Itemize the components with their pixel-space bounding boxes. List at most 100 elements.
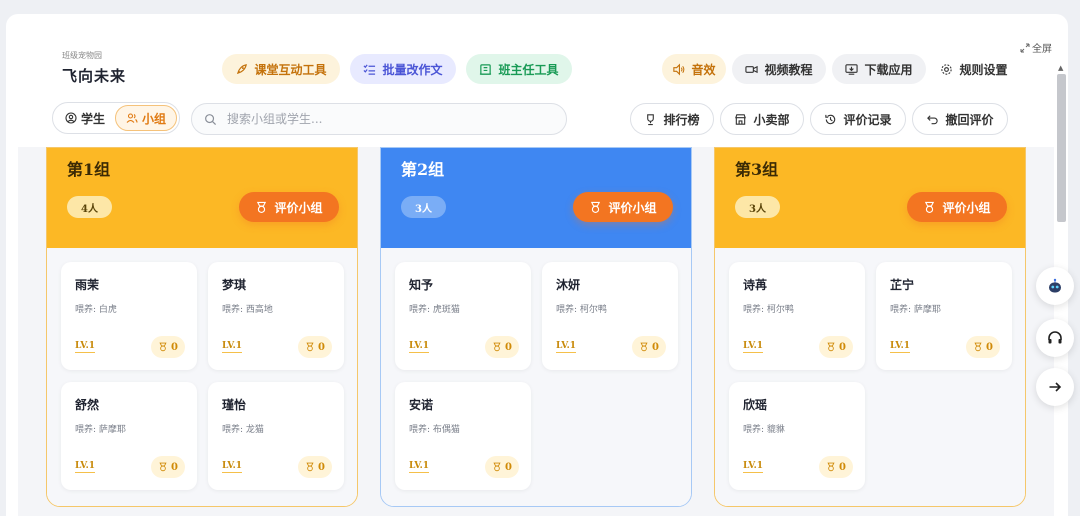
student-card[interactable]: 诗苒 喂养: 柯尔鸭 LV.1 0 <box>729 262 865 370</box>
student-card[interactable]: 知予 喂养: 虎斑猫 LV.1 0 <box>395 262 531 370</box>
student-card[interactable]: 欣瑶 喂养: 貔貅 LV.1 0 <box>729 382 865 490</box>
score-value: 0 <box>505 461 512 473</box>
student-name: 舒然 <box>75 398 100 412</box>
student-card[interactable]: 雨茉喂养: 白虎 LV.1 0 <box>61 262 197 370</box>
group-name: 第2组 <box>401 160 445 179</box>
student-name: 雨茉 <box>75 278 100 292</box>
student-name: 芷宁 <box>890 278 915 292</box>
score-badge: 0 <box>298 336 332 358</box>
evaluate-group-button[interactable]: 评价小组 <box>239 192 339 222</box>
student-card[interactable]: 沐妍 喂养: 柯尔鸭 LV.1 0 <box>542 262 678 370</box>
evaluation-history-button[interactable]: 评价记录 <box>810 103 906 135</box>
search-icon <box>205 113 217 125</box>
search-box <box>191 103 567 135</box>
scrollbar-thumb[interactable] <box>1057 74 1066 222</box>
group-member-count: 3人 <box>401 196 446 218</box>
shop-label: 小卖部 <box>753 112 790 127</box>
student-name: 知予 <box>409 278 434 292</box>
video-tutorial-label: 视频教程 <box>764 62 813 77</box>
fullscreen-label: 全屏 <box>1032 44 1052 55</box>
evaluation-history-label: 评价记录 <box>843 112 892 127</box>
evaluate-group-label: 评价小组 <box>274 200 323 215</box>
score-value: 0 <box>986 341 993 353</box>
undo-icon <box>927 114 939 124</box>
score-value: 0 <box>839 341 846 353</box>
pet-info: 喂养: 布偶猫 <box>409 425 460 435</box>
teacher-tools-button[interactable]: 班主任工具 <box>466 54 572 84</box>
pet-info: 喂养: 萨摩耶 <box>75 425 126 435</box>
pet-info: 喂养: 萨摩耶 <box>890 305 941 315</box>
evaluate-group-button[interactable]: 评价小组 <box>573 192 673 222</box>
rule-settings-button[interactable]: 规则设置 <box>932 54 1016 84</box>
group-members: 雨茉喂养: 白虎 LV.1 0 梦琪喂养: 西高地 LV.1 0 舒然喂养: 萨摩耶 LV.1… <box>47 248 357 506</box>
search-input[interactable] <box>227 112 527 126</box>
history-icon <box>825 114 836 124</box>
score-value: 0 <box>171 461 178 473</box>
student-card[interactable]: 舒然喂养: 萨摩耶 LV.1 0 <box>61 382 197 490</box>
level-badge: LV.1 <box>743 461 764 473</box>
score-value: 0 <box>652 341 659 353</box>
level-badge: LV.1 <box>75 461 96 473</box>
student-name: 梦琪 <box>222 278 247 292</box>
student-view-label: 学生 <box>80 111 105 126</box>
support-button[interactable] <box>1036 319 1074 357</box>
score-medal-icon <box>827 342 835 352</box>
score-medal-icon <box>493 462 501 472</box>
group-board: 第1组 4人 评价小组 雨茉 喂养: 白虎 LV.1 0 梦琪 喂养: 西高地 LV.1 0 舒然 喂养… <box>18 147 1054 516</box>
next-button[interactable] <box>1036 368 1074 406</box>
student-name: 安诺 <box>409 398 434 412</box>
group-header: 第3组 3人 评价小组 <box>715 148 1025 248</box>
group-name: 第1组 <box>67 160 111 179</box>
level-badge: LV.1 <box>409 461 430 473</box>
leaderboard-button[interactable]: 排行榜 <box>630 103 714 135</box>
undo-evaluation-button[interactable]: 撤回评价 <box>912 103 1008 135</box>
student-card[interactable]: 梦琪喂养: 西高地 LV.1 0 <box>208 262 344 370</box>
expand-icon <box>1020 43 1030 52</box>
group-card: 第1组 4人 评价小组 雨茉 喂养: 白虎 LV.1 0 梦琪 喂养: 西高地 LV.1 0 舒然 喂养… <box>46 147 358 507</box>
video-tutorial-button[interactable]: 视频教程 <box>732 54 826 84</box>
trophy-icon <box>647 113 655 125</box>
classroom-tools-label: 课堂互动工具 <box>254 62 327 77</box>
score-badge: 0 <box>632 336 666 358</box>
pet-info: 喂养: 白虎 <box>75 305 117 315</box>
student-card[interactable]: 芷宁 喂养: 萨摩耶 LV.1 0 <box>876 262 1012 370</box>
speaker-icon <box>673 63 685 75</box>
level-badge: LV.1 <box>75 341 96 353</box>
level-badge: LV.1 <box>222 341 243 353</box>
batch-grading-button[interactable]: 批量改作文 <box>350 54 456 84</box>
pet-info: 喂养: 西高地 <box>222 305 273 315</box>
group-card: 第3组 3人 评价小组 诗苒 喂养: 柯尔鸭 LV.1 0 芷宁 喂养: 萨摩耶 LV.1 0 欣瑶喂… <box>714 147 1026 507</box>
level-badge: LV.1 <box>409 341 430 353</box>
group-view-tab[interactable]: 小组 <box>115 105 177 131</box>
assistant-bot-button[interactable] <box>1036 267 1074 305</box>
robot-icon <box>1049 278 1061 293</box>
scroll-up-arrow-icon[interactable]: ▲ <box>1058 64 1063 72</box>
building-icon <box>480 63 492 75</box>
score-medal-icon <box>159 342 167 352</box>
student-card[interactable]: 瑾怡 喂养: 龙猫 LV.1 0 <box>208 382 344 490</box>
score-badge: 0 <box>819 336 853 358</box>
group-header: 第1组 4人 评价小组 <box>47 148 357 248</box>
score-badge: 0 <box>966 336 1000 358</box>
pet-info: 喂养: 虎斑猫 <box>409 305 460 315</box>
pet-info: 喂养: 貔貅 <box>743 425 785 435</box>
video-camera-icon <box>745 65 759 73</box>
sound-toggle-button[interactable]: 音效 <box>662 54 726 84</box>
undo-evaluation-label: 撤回评价 <box>945 112 994 127</box>
fullscreen-button[interactable]: 全屏 <box>1020 40 1052 55</box>
group-card: 第2组 3人 评价小组 知予 喂养: 虎斑猫 LV.1 0 沐妍 喂养: 柯尔鸭 LV.1 0 安诺喂… <box>380 147 692 507</box>
shop-button[interactable]: 小卖部 <box>720 103 804 135</box>
group-member-count: 3人 <box>735 196 780 218</box>
download-app-button[interactable]: 下载应用 <box>832 54 926 84</box>
score-badge: 0 <box>151 456 185 478</box>
student-card[interactable]: 安诺喂养: 布偶猫 LV.1 0 <box>395 382 531 490</box>
classroom-tools-button[interactable]: 课堂互动工具 <box>222 54 340 84</box>
evaluate-group-label: 评价小组 <box>608 200 657 215</box>
score-medal-icon <box>493 342 501 352</box>
student-view-tab[interactable]: 学生 <box>55 105 115 131</box>
score-value: 0 <box>171 341 178 353</box>
evaluate-group-button[interactable]: 评价小组 <box>907 192 1007 222</box>
score-value: 0 <box>318 461 325 473</box>
score-value: 0 <box>839 461 846 473</box>
group-members: 诗苒 喂养: 柯尔鸭 LV.1 0 芷宁 喂养: 萨摩耶 LV.1 0 欣瑶 喂养: 貔貅 LV.1… <box>715 248 1025 506</box>
